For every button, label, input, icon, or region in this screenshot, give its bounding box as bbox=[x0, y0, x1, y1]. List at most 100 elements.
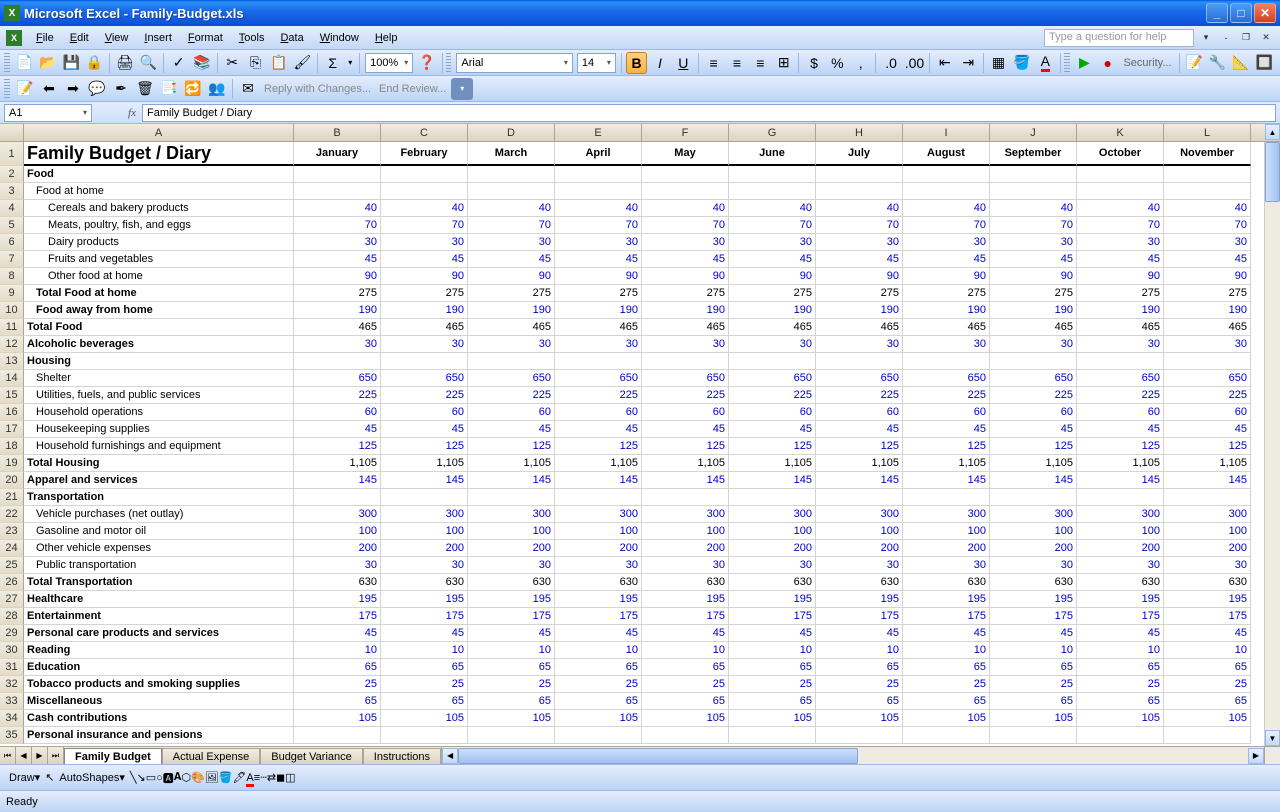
cell-L30[interactable]: 10 bbox=[1164, 642, 1251, 659]
merge-center-icon[interactable]: ⊞ bbox=[773, 52, 794, 74]
cell-J18[interactable]: 125 bbox=[990, 438, 1077, 455]
cell-C2[interactable] bbox=[381, 166, 468, 183]
cell-I18[interactable]: 125 bbox=[903, 438, 990, 455]
cell-G16[interactable]: 60 bbox=[729, 404, 816, 421]
cell-A27[interactable]: Healthcare bbox=[24, 591, 294, 608]
cell-E25[interactable]: 30 bbox=[555, 557, 642, 574]
cell-F4[interactable]: 40 bbox=[642, 200, 729, 217]
cell-H6[interactable]: 30 bbox=[816, 234, 903, 251]
cell-L5[interactable]: 70 bbox=[1164, 217, 1251, 234]
cell-K4[interactable]: 40 bbox=[1077, 200, 1164, 217]
cell-E23[interactable]: 100 bbox=[555, 523, 642, 540]
cell-L6[interactable]: 30 bbox=[1164, 234, 1251, 251]
cell-K23[interactable]: 100 bbox=[1077, 523, 1164, 540]
cell-F1[interactable]: May bbox=[642, 142, 729, 166]
cell-H18[interactable]: 125 bbox=[816, 438, 903, 455]
cell-F6[interactable]: 30 bbox=[642, 234, 729, 251]
cell-K15[interactable]: 225 bbox=[1077, 387, 1164, 404]
new-icon[interactable]: 📄 bbox=[14, 52, 35, 74]
cell-L22[interactable]: 300 bbox=[1164, 506, 1251, 523]
cell-G10[interactable]: 190 bbox=[729, 302, 816, 319]
cell-H33[interactable]: 65 bbox=[816, 693, 903, 710]
toolbar-grip[interactable] bbox=[4, 53, 10, 73]
delete-comment-icon[interactable]: 🗑 bbox=[134, 78, 156, 100]
cell-C9[interactable]: 275 bbox=[381, 285, 468, 302]
row-header-6[interactable]: 6 bbox=[0, 234, 24, 251]
col-header-D[interactable]: D bbox=[468, 124, 555, 141]
scroll-down-button[interactable]: ▼ bbox=[1265, 730, 1280, 746]
menu-window[interactable]: Window bbox=[312, 30, 367, 46]
row-header-19[interactable]: 19 bbox=[0, 455, 24, 472]
cell-E33[interactable]: 65 bbox=[555, 693, 642, 710]
row-header-1[interactable]: 1 bbox=[0, 142, 24, 166]
cell-J19[interactable]: 1,105 bbox=[990, 455, 1077, 472]
cell-F19[interactable]: 1,105 bbox=[642, 455, 729, 472]
cell-K21[interactable] bbox=[1077, 489, 1164, 506]
decrease-indent-icon[interactable]: ⇤ bbox=[934, 52, 955, 74]
cell-B16[interactable]: 60 bbox=[294, 404, 381, 421]
cell-L23[interactable]: 100 bbox=[1164, 523, 1251, 540]
cell-B17[interactable]: 45 bbox=[294, 421, 381, 438]
row-header-22[interactable]: 22 bbox=[0, 506, 24, 523]
save-icon[interactable]: 💾 bbox=[61, 52, 82, 74]
cell-D16[interactable]: 60 bbox=[468, 404, 555, 421]
cell-D2[interactable] bbox=[468, 166, 555, 183]
cell-L11[interactable]: 465 bbox=[1164, 319, 1251, 336]
cell-A26[interactable]: Total Transportation bbox=[24, 574, 294, 591]
cell-H2[interactable] bbox=[816, 166, 903, 183]
fill-color-icon[interactable]: 🪣 bbox=[1011, 52, 1032, 74]
cell-F2[interactable] bbox=[642, 166, 729, 183]
cell-A13[interactable]: Housing bbox=[24, 353, 294, 370]
cell-G7[interactable]: 45 bbox=[729, 251, 816, 268]
cell-C7[interactable]: 45 bbox=[381, 251, 468, 268]
cell-D26[interactable]: 630 bbox=[468, 574, 555, 591]
cell-L12[interactable]: 30 bbox=[1164, 336, 1251, 353]
cell-A7[interactable]: Fruits and vegetables bbox=[24, 251, 294, 268]
cell-I26[interactable]: 630 bbox=[903, 574, 990, 591]
cell-L34[interactable]: 105 bbox=[1164, 710, 1251, 727]
cell-E17[interactable]: 45 bbox=[555, 421, 642, 438]
cell-J29[interactable]: 45 bbox=[990, 625, 1077, 642]
control-icon[interactable]: 🔲 bbox=[1254, 52, 1275, 74]
cell-A28[interactable]: Entertainment bbox=[24, 608, 294, 625]
col-header-E[interactable]: E bbox=[555, 124, 642, 141]
cell-A31[interactable]: Education bbox=[24, 659, 294, 676]
cell-B1[interactable]: January bbox=[294, 142, 381, 166]
cell-G33[interactable]: 65 bbox=[729, 693, 816, 710]
cell-G5[interactable]: 70 bbox=[729, 217, 816, 234]
cell-D27[interactable]: 195 bbox=[468, 591, 555, 608]
cell-E28[interactable]: 175 bbox=[555, 608, 642, 625]
cell-L24[interactable]: 200 bbox=[1164, 540, 1251, 557]
name-box[interactable]: A1▾ bbox=[4, 104, 92, 122]
cell-I16[interactable]: 60 bbox=[903, 404, 990, 421]
cell-K3[interactable] bbox=[1077, 183, 1164, 200]
cell-I3[interactable] bbox=[903, 183, 990, 200]
cell-H11[interactable]: 465 bbox=[816, 319, 903, 336]
cell-B15[interactable]: 225 bbox=[294, 387, 381, 404]
cell-B19[interactable]: 1,105 bbox=[294, 455, 381, 472]
cell-H28[interactable]: 175 bbox=[816, 608, 903, 625]
row-header-21[interactable]: 21 bbox=[0, 489, 24, 506]
align-center-icon[interactable]: ≡ bbox=[726, 52, 747, 74]
cell-J9[interactable]: 275 bbox=[990, 285, 1077, 302]
cell-G21[interactable] bbox=[729, 489, 816, 506]
toolbox-icon[interactable]: 🔧 bbox=[1207, 52, 1228, 74]
cell-G26[interactable]: 630 bbox=[729, 574, 816, 591]
cell-I9[interactable]: 275 bbox=[903, 285, 990, 302]
row-header-10[interactable]: 10 bbox=[0, 302, 24, 319]
cell-D8[interactable]: 90 bbox=[468, 268, 555, 285]
cell-H14[interactable]: 650 bbox=[816, 370, 903, 387]
autosum-dropdown-icon[interactable]: ▾ bbox=[345, 52, 355, 74]
col-header-H[interactable]: H bbox=[816, 124, 903, 141]
cell-J6[interactable]: 30 bbox=[990, 234, 1077, 251]
row-header-8[interactable]: 8 bbox=[0, 268, 24, 285]
underline-button[interactable]: U bbox=[673, 52, 694, 74]
menu-edit[interactable]: Edit bbox=[62, 30, 97, 46]
cell-B34[interactable]: 105 bbox=[294, 710, 381, 727]
cell-H19[interactable]: 1,105 bbox=[816, 455, 903, 472]
cell-H4[interactable]: 40 bbox=[816, 200, 903, 217]
cell-H31[interactable]: 65 bbox=[816, 659, 903, 676]
cell-A34[interactable]: Cash contributions bbox=[24, 710, 294, 727]
scroll-up-button[interactable]: ▲ bbox=[1265, 124, 1280, 140]
cell-B4[interactable]: 40 bbox=[294, 200, 381, 217]
